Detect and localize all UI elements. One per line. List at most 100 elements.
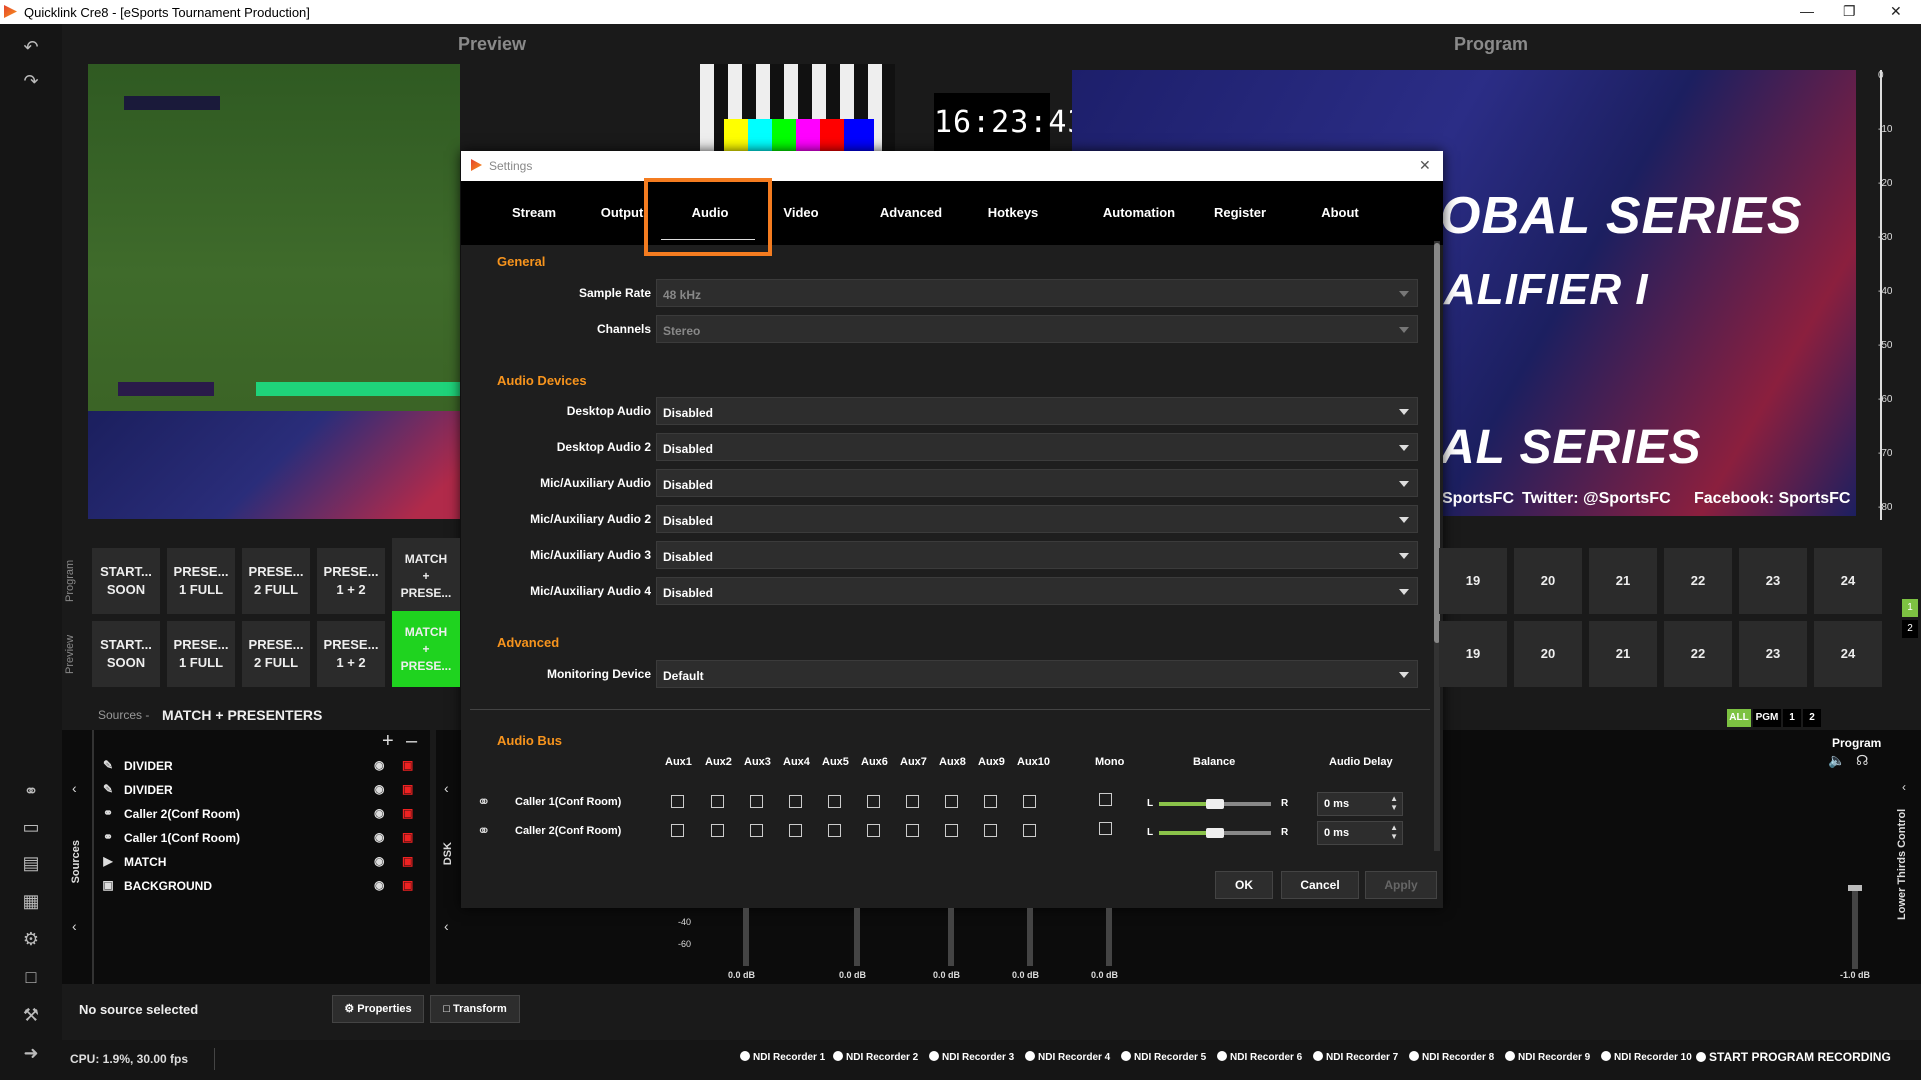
aux-checkbox[interactable] (906, 824, 919, 837)
device-select[interactable]: Disabled (656, 397, 1418, 425)
settings-tab-video[interactable]: Video (766, 181, 836, 245)
link-icon[interactable]: ⚭ (18, 778, 44, 804)
dsk-collapse-icon[interactable]: ‹ (444, 780, 449, 796)
source-list-item[interactable]: ⚭ Caller 1(Conf Room) ◉ ▣ (100, 828, 430, 850)
aux-checkbox[interactable] (828, 795, 841, 808)
device-select[interactable]: Disabled (656, 541, 1418, 569)
settings-tab-hotkeys[interactable]: Hotkeys (977, 181, 1049, 245)
preview-video[interactable] (88, 64, 460, 411)
lock-icon[interactable]: ▣ (402, 854, 413, 868)
ndi-recorder-toggle[interactable]: NDI Recorder 3 (929, 1051, 1014, 1063)
channel-fader[interactable] (743, 908, 749, 966)
aux-checkbox[interactable] (906, 795, 919, 808)
settings-tab-advanced[interactable]: Advanced (865, 181, 957, 245)
settings-close-icon[interactable]: ✕ (1419, 157, 1431, 174)
visibility-eye-icon[interactable]: ◉ (374, 830, 384, 844)
aux-checkbox[interactable] (867, 795, 880, 808)
lock-icon[interactable]: ▣ (402, 878, 413, 892)
gear-icon[interactable]: ⚙ (18, 926, 44, 952)
program-fader-knob[interactable] (1848, 885, 1862, 891)
monitoring-select[interactable]: Default (656, 660, 1418, 688)
scene-button-match[interactable]: MATCH + PRESE... (392, 538, 460, 614)
mixer-filter-tab[interactable]: ALL (1727, 709, 1751, 727)
aux-checkbox[interactable] (1023, 795, 1036, 808)
aux-checkbox[interactable] (984, 795, 997, 808)
scene-button-number[interactable]: 24 (1814, 548, 1882, 614)
add-source-icon[interactable]: + (382, 730, 394, 753)
scene-button-number[interactable]: 23 (1739, 548, 1807, 614)
visibility-eye-icon[interactable]: ◉ (374, 782, 384, 796)
spinner-arrows-icon[interactable]: ▲ ▼ (1390, 794, 1398, 812)
ndi-recorder-toggle[interactable]: NDI Recorder 6 (1217, 1051, 1302, 1063)
balance-slider[interactable] (1159, 828, 1271, 838)
aux-checkbox[interactable] (671, 824, 684, 837)
ndi-recorder-toggle[interactable]: NDI Recorder 4 (1025, 1051, 1110, 1063)
mixer-filter-tab[interactable]: 1 (1783, 709, 1801, 727)
program-fader[interactable] (1848, 885, 1862, 969)
headphones-icon[interactable]: ☊ (1856, 752, 1868, 769)
device-select[interactable]: Disabled (656, 505, 1418, 533)
channel-fader[interactable] (1027, 908, 1033, 966)
remove-source-icon[interactable]: – (406, 730, 417, 753)
scene-button-match[interactable]: MATCH + PRESE... (392, 611, 460, 687)
aux-checkbox[interactable] (984, 824, 997, 837)
aux-checkbox[interactable] (867, 824, 880, 837)
ndi-recorder-toggle[interactable]: NDI Recorder 5 (1121, 1051, 1206, 1063)
bus-2-badge[interactable]: 2 (1902, 620, 1918, 638)
visibility-eye-icon[interactable]: ◉ (374, 878, 384, 892)
dsk-collapse-icon-2[interactable]: ‹ (444, 918, 449, 934)
aux-checkbox[interactable] (750, 824, 763, 837)
audio-delay-spinbox[interactable]: 0 ms ▲ ▼ (1317, 821, 1403, 845)
aux-checkbox[interactable] (1023, 824, 1036, 837)
audio-delay-spinbox[interactable]: 0 ms ▲ ▼ (1317, 792, 1403, 816)
aux-checkbox[interactable] (789, 824, 802, 837)
scene-button[interactable]: PRESE... 2 FULL (242, 548, 310, 614)
mono-checkbox[interactable] (1099, 822, 1112, 835)
monitor-icon[interactable]: ▭ (18, 814, 44, 840)
scene-button[interactable]: PRESE... 1 FULL (167, 621, 235, 687)
channel-fader[interactable] (948, 908, 954, 966)
balance-slider[interactable] (1159, 799, 1271, 809)
collapse-left-icon-2[interactable]: ‹ (72, 918, 77, 934)
visibility-eye-icon[interactable]: ◉ (374, 806, 384, 820)
grid-icon[interactable]: ▦ (18, 888, 44, 914)
aux-checkbox[interactable] (828, 824, 841, 837)
dsk-tab[interactable]: DSK (442, 842, 454, 865)
test-card[interactable] (700, 64, 895, 152)
scene-button-number[interactable]: 22 (1664, 621, 1732, 687)
settings-tab-automation[interactable]: Automation (1091, 181, 1187, 245)
balance-handle[interactable] (1206, 799, 1224, 809)
settings-tab-about[interactable]: About (1309, 181, 1371, 245)
scene-button-number[interactable]: 21 (1589, 548, 1657, 614)
aux-checkbox[interactable] (750, 795, 763, 808)
scene-button[interactable]: START... SOON (92, 548, 160, 614)
properties-button[interactable]: ⚙ Properties (332, 995, 424, 1023)
lock-icon[interactable]: ▣ (402, 806, 413, 820)
scene-button-number[interactable]: 19 (1439, 621, 1507, 687)
source-list-item[interactable]: ⚭ Caller 2(Conf Room) ◉ ▣ (100, 804, 430, 826)
sample-rate-select[interactable]: 48 kHz (656, 279, 1418, 307)
ndi-recorder-toggle[interactable]: NDI Recorder 7 (1313, 1051, 1398, 1063)
lower-thirds-collapse-icon[interactable]: ‹ (1902, 780, 1906, 794)
settings-tab-register[interactable]: Register (1206, 181, 1274, 245)
scene-button[interactable]: START... SOON (92, 621, 160, 687)
folder-icon[interactable]: □ (18, 964, 44, 990)
source-list-item[interactable]: ▶ MATCH ◉ ▣ (100, 852, 430, 874)
tools-icon[interactable]: ⚒ (18, 1002, 44, 1028)
cancel-button[interactable]: Cancel (1281, 871, 1359, 899)
aux-checkbox[interactable] (671, 795, 684, 808)
aux-checkbox[interactable] (789, 795, 802, 808)
transform-button[interactable]: □ Transform (430, 995, 520, 1023)
channel-fader[interactable] (854, 908, 860, 966)
close-icon[interactable]: ✕ (1890, 3, 1902, 20)
speaker-icon[interactable]: 🔈 (1828, 752, 1845, 769)
restore-icon[interactable]: ❐ (1843, 3, 1856, 20)
settings-tab-stream[interactable]: Stream (499, 181, 569, 245)
scene-button[interactable]: PRESE... 1 FULL (167, 548, 235, 614)
scene-button-number[interactable]: 20 (1514, 548, 1582, 614)
lock-icon[interactable]: ▣ (402, 758, 413, 772)
channel-fader[interactable] (1106, 908, 1112, 966)
mono-checkbox[interactable] (1099, 793, 1112, 806)
redo-icon[interactable]: ↷ (18, 68, 44, 94)
source-list-item[interactable]: ✎ DIVIDER ◉ ▣ (100, 780, 430, 802)
